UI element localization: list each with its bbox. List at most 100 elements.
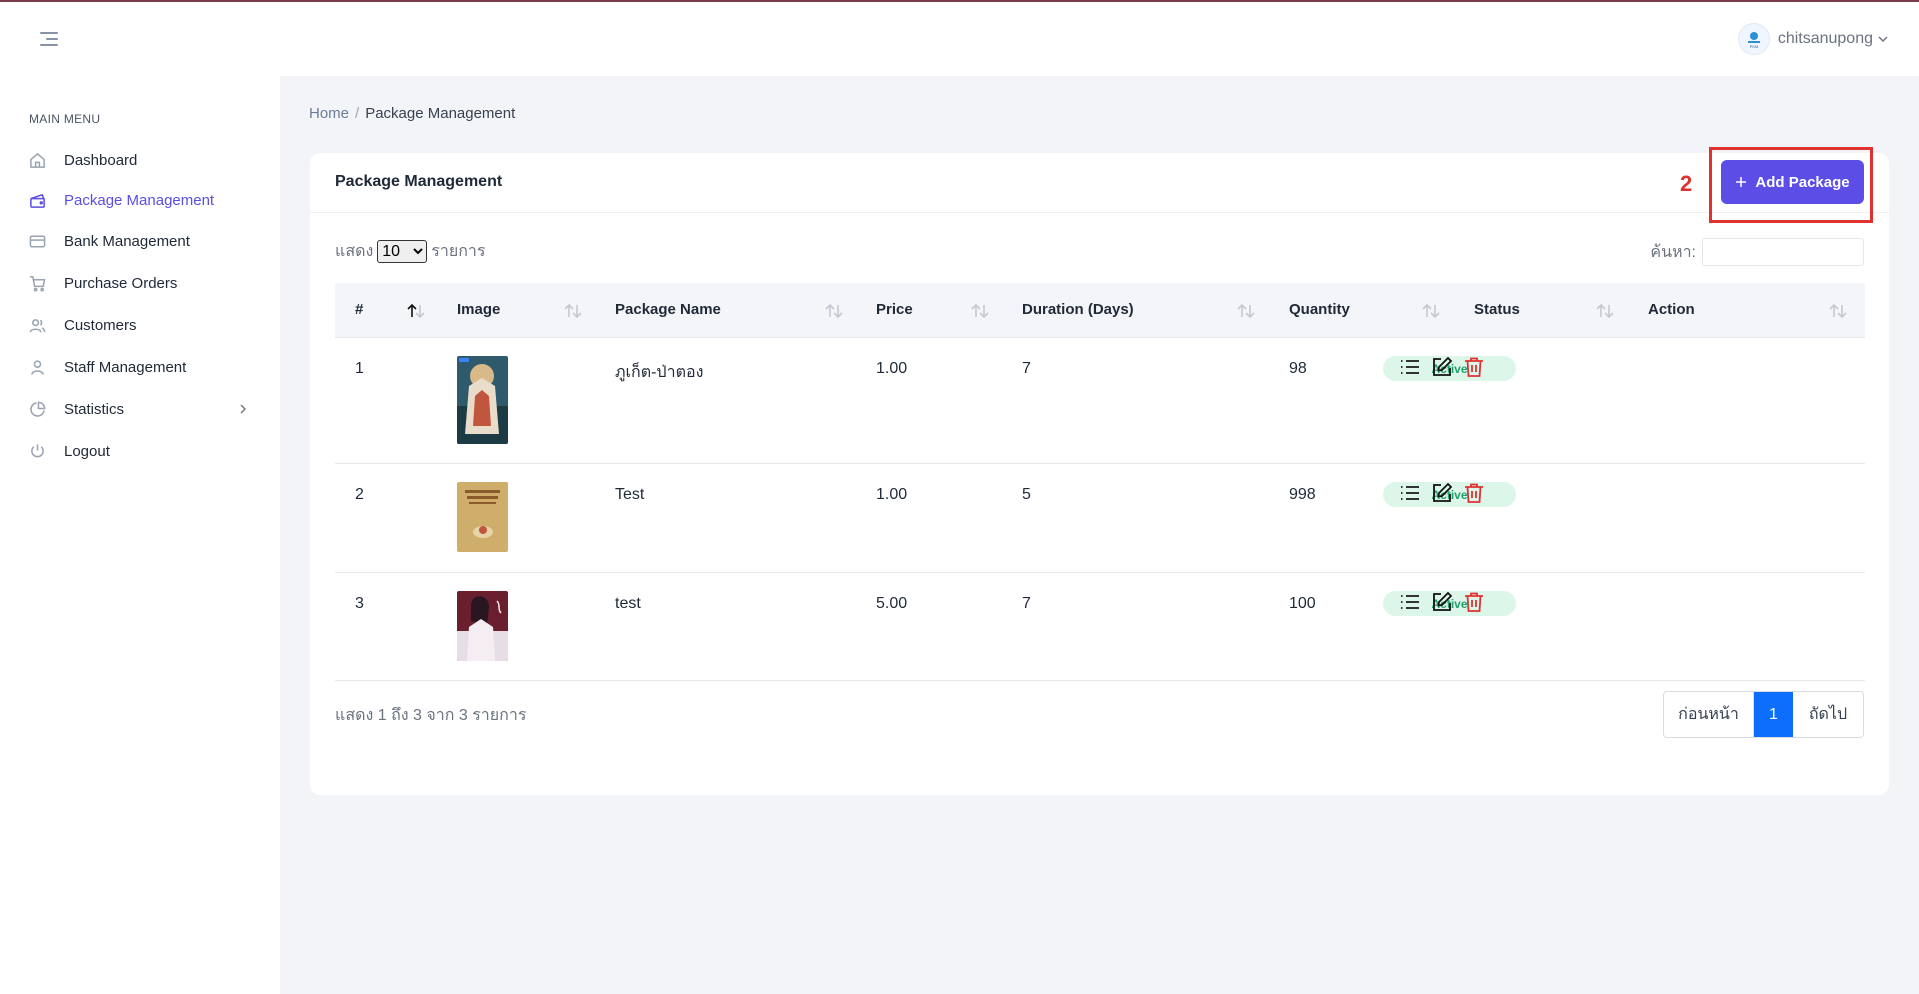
column-header-price[interactable]: Price — [876, 301, 913, 318]
user-icon — [28, 358, 46, 376]
sidebar-item-package-management[interactable]: Package Management — [0, 180, 280, 220]
next-page-button[interactable]: ถัดไป — [1793, 692, 1863, 737]
package-duration: 7 — [1022, 595, 1031, 612]
sort-icon[interactable] — [971, 303, 989, 319]
edit-icon[interactable] — [1431, 591, 1453, 613]
previous-page-button[interactable]: ก่อนหน้า — [1664, 692, 1754, 737]
package-quantity: 100 — [1289, 595, 1316, 612]
search-label: ค้นหา: — [1650, 243, 1696, 261]
page-length-control: แสดง 10 25 50 100 รายการ — [335, 239, 486, 264]
avatar: PKM — [1737, 23, 1770, 55]
menu-toggle-icon[interactable] — [40, 32, 58, 46]
package-name: ภูเก็ต-ป่าตอง — [615, 364, 704, 381]
sidebar-item-logout[interactable]: Logout — [0, 431, 280, 471]
sort-asc-icon[interactable] — [407, 303, 425, 319]
package-name: Test — [615, 486, 645, 503]
list-details-icon[interactable] — [1399, 482, 1421, 504]
search-input[interactable] — [1702, 238, 1864, 266]
breadcrumb: Home / Package Management — [309, 105, 515, 122]
user-menu[interactable]: PKM chitsanupong — [1737, 22, 1889, 56]
sidebar-item-customers[interactable]: Customers — [0, 305, 280, 345]
page-1-button[interactable]: 1 — [1754, 692, 1793, 737]
package-thumbnail — [457, 356, 508, 444]
chevron-right-icon — [240, 404, 246, 414]
chevron-down-icon — [1878, 36, 1888, 42]
sidebar-item-label: Logout — [64, 442, 110, 460]
table-row: 2 Test 1.00 5 998 Active — [335, 464, 1865, 573]
package-card: Package Management 2 Add Package แสดง 10… — [310, 147, 1889, 795]
sort-icon[interactable] — [1237, 303, 1255, 319]
column-header-action[interactable]: Action — [1648, 301, 1695, 318]
breadcrumb-current: Package Management — [365, 105, 516, 122]
breadcrumb-separator: / — [355, 105, 360, 122]
list-details-icon[interactable] — [1399, 356, 1421, 378]
sort-icon[interactable] — [1422, 303, 1440, 319]
sidebar-item-statistics[interactable]: Statistics — [0, 389, 280, 429]
column-header-quantity[interactable]: Quantity — [1289, 301, 1350, 318]
sidebar-item-dashboard[interactable]: Dashboard — [0, 140, 280, 180]
username: chitsanupong — [1777, 30, 1873, 47]
column-header-number[interactable]: # — [355, 301, 363, 318]
package-quantity: 98 — [1289, 360, 1307, 377]
row-number: 2 — [355, 486, 364, 503]
sidebar-item-label: Statistics — [64, 400, 125, 418]
sidebar-item-label: Purchase Orders — [64, 274, 178, 292]
card-header: Package Management — [310, 153, 1889, 213]
row-actions — [1399, 482, 1485, 504]
sidebar-item-label: Dashboard — [64, 151, 138, 169]
svg-text:PKM: PKM — [1749, 44, 1758, 49]
sidebar-item-staff-management[interactable]: Staff Management — [0, 347, 280, 387]
sort-icon[interactable] — [1596, 303, 1614, 319]
page-length-select[interactable]: 10 25 50 100 — [377, 240, 428, 263]
package-duration: 7 — [1022, 360, 1031, 377]
edit-icon[interactable] — [1431, 482, 1453, 504]
list-details-icon[interactable] — [1399, 591, 1421, 613]
cart-icon — [28, 274, 46, 292]
show-suffix: รายการ — [431, 243, 486, 260]
sort-icon[interactable] — [564, 303, 582, 319]
column-header-duration[interactable]: Duration (Days) — [1022, 301, 1134, 318]
plus-icon — [1736, 177, 1747, 187]
sort-icon[interactable] — [1829, 303, 1847, 319]
top-header: PKM chitsanupong — [0, 2, 1919, 76]
row-actions — [1399, 591, 1485, 613]
package-duration: 5 — [1022, 486, 1031, 503]
package-icon — [28, 191, 46, 209]
package-price: 1.00 — [876, 486, 908, 503]
breadcrumb-home-link[interactable]: Home — [309, 105, 349, 122]
table-row: 3 test 5.00 7 100 Active — [335, 573, 1865, 681]
row-number: 1 — [355, 360, 364, 377]
sort-icon[interactable] — [825, 303, 843, 319]
sidebar-item-purchase-orders[interactable]: Purchase Orders — [0, 263, 280, 303]
add-package-label: Add Package — [1755, 173, 1850, 191]
sidebar-item-label: Bank Management — [64, 232, 190, 250]
package-quantity: 998 — [1289, 486, 1316, 503]
sidebar-item-label: Package Management — [64, 191, 215, 209]
package-thumbnail — [457, 482, 508, 552]
package-price: 5.00 — [876, 595, 908, 612]
card-title: Package Management — [335, 173, 503, 190]
edit-icon[interactable] — [1431, 356, 1453, 378]
credit-card-icon — [28, 232, 46, 250]
show-prefix: แสดง — [335, 243, 374, 260]
row-actions — [1399, 356, 1485, 378]
sidebar-item-bank-management[interactable]: Bank Management — [0, 221, 280, 261]
package-thumbnail — [457, 591, 508, 661]
table-header: # Image Package Name Price Duration (Day… — [335, 283, 1865, 338]
table-info: แสดง 1 ถึง 3 จาก 3 รายการ — [335, 707, 527, 724]
column-header-status[interactable]: Status — [1474, 301, 1520, 318]
users-icon — [28, 316, 46, 334]
add-package-button[interactable]: Add Package — [1721, 160, 1864, 204]
delete-icon[interactable] — [1463, 591, 1485, 613]
search-control: ค้นหา: — [1650, 238, 1864, 266]
column-header-package-name[interactable]: Package Name — [615, 301, 721, 318]
delete-icon[interactable] — [1463, 482, 1485, 504]
package-price: 1.00 — [876, 360, 908, 377]
delete-icon[interactable] — [1463, 356, 1485, 378]
column-header-image[interactable]: Image — [457, 301, 500, 318]
menu-title: MAIN MENU — [29, 112, 101, 126]
package-name: test — [615, 595, 641, 612]
pagination: ก่อนหน้า 1 ถัดไป — [1663, 691, 1864, 738]
pie-chart-icon — [28, 400, 46, 418]
table-row: 1 ภูเก็ต-ป่าตอง 1.00 7 98 Active — [335, 338, 1865, 464]
